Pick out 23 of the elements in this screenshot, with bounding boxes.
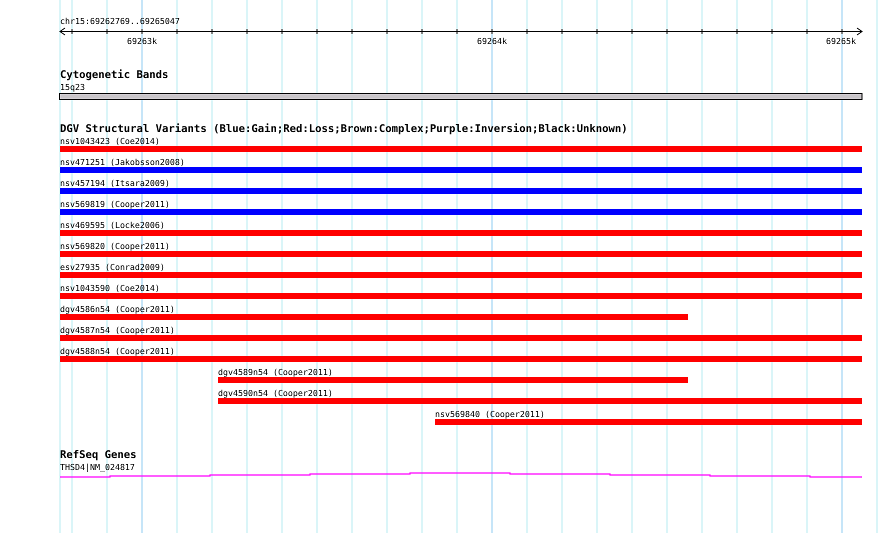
variant-label: dgv4586n54 (Cooper2011) (60, 304, 175, 314)
variant-label: nsv1043590 (Coe2014) (60, 283, 160, 293)
variant-label: esv27935 (Conrad2009) (60, 262, 165, 272)
variant-label: nsv569840 (Cooper2011) (435, 409, 545, 419)
variant-label: dgv4587n54 (Cooper2011) (60, 325, 175, 335)
tick-label: 69264k (477, 36, 507, 46)
variant-label: nsv1043423 (Coe2014) (60, 136, 160, 146)
variant-label: nsv471251 (Jakobsson2008) (60, 157, 185, 167)
track-title: DGV Structural Variants (Blue:Gain;Red:Loss;Brown:Complex;Purple:Inversion;Black:Unknown) (60, 123, 628, 135)
variant-label: nsv469595 (Locke2006) (60, 220, 165, 230)
variant-label: nsv569819 (Cooper2011) (60, 199, 170, 209)
variant-label: dgv4590n54 (Cooper2011) (218, 388, 333, 398)
track-title: RefSeq Genes (60, 449, 137, 461)
track-title: Cytogenetic Bands (60, 69, 168, 81)
variant-label: dgv4589n54 (Cooper2011) (218, 367, 333, 377)
variant-label: dgv4588n54 (Cooper2011) (60, 346, 175, 356)
variant-label: nsv569820 (Cooper2011) (60, 241, 170, 251)
band-label: 15q23 (60, 82, 85, 92)
variant-label: nsv457194 (Itsara2009) (60, 178, 170, 188)
gene-label: THSD4|NM_024817 (60, 462, 135, 472)
tick-label: 69263k (127, 36, 157, 46)
coordinate-range-label: chr15:69262769..69265047 (60, 16, 180, 26)
tick-label: 69265k (826, 36, 856, 46)
